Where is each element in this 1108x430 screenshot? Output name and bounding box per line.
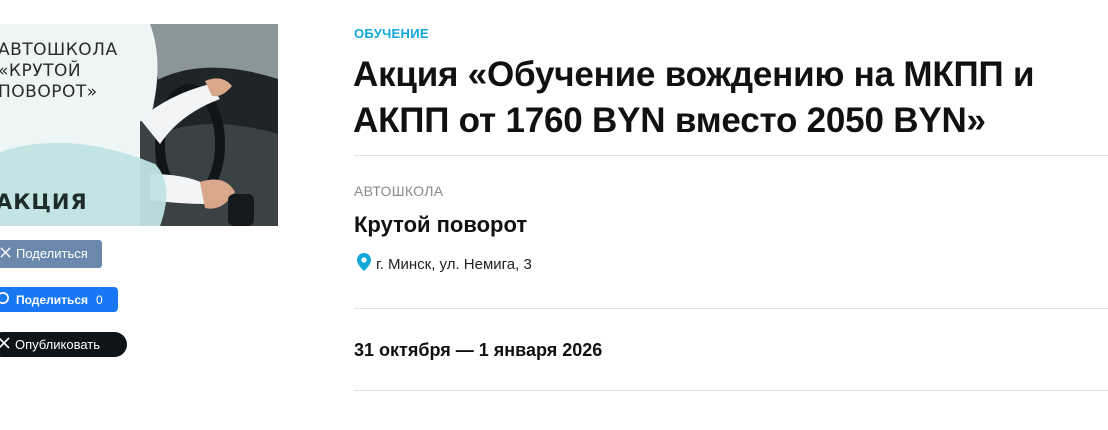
share-facebook-button[interactable]: Поделиться 0 (0, 287, 118, 312)
facebook-icon (0, 291, 10, 308)
promo-brand-text: АВТОШКОЛА «КРУТОЙ ПОВОРОТ» (0, 40, 118, 102)
divider (354, 308, 1108, 309)
share-facebook-label: Поделиться (16, 292, 89, 307)
organization-type: АВТОШКОЛА (354, 183, 444, 199)
divider (354, 155, 1108, 156)
organization-name-link[interactable]: Крутой поворот (354, 212, 527, 238)
x-logo-icon (0, 240, 11, 268)
address: г. Минск, ул. Немига, 3 (357, 253, 532, 275)
divider (354, 390, 1108, 391)
page-title: Акция «Обучение вождению на МКПП и АКПП … (353, 55, 1035, 140)
share-x-button[interactable]: Опубликовать (0, 332, 127, 357)
share-vk-label: Поделиться (16, 246, 88, 261)
promo-image: АВТОШКОЛА «КРУТОЙ ПОВОРОТ» АКЦИЯ (0, 24, 278, 226)
promo-badge-text: АКЦИЯ (0, 190, 88, 214)
category-link[interactable]: ОБУЧЕНИЕ (354, 26, 429, 41)
map-pin-icon (357, 253, 371, 275)
x-logo-icon (0, 337, 10, 352)
share-x-label: Опубликовать (15, 337, 101, 352)
share-facebook-count: 0 (96, 292, 103, 307)
promo-dates: 31 октября — 1 января 2026 (354, 340, 603, 360)
share-vk-button[interactable]: Поделиться (0, 240, 102, 268)
address-text: г. Минск, ул. Немига, 3 (376, 255, 532, 273)
